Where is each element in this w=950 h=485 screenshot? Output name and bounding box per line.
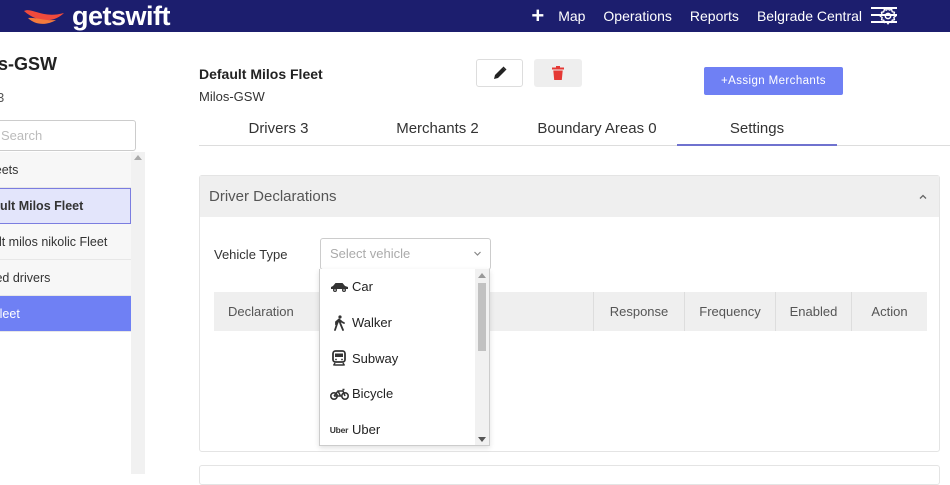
driver-declarations-panel: Driver Declarations Vehicle Type Select …	[199, 175, 940, 452]
scrollbar-thumb[interactable]	[478, 283, 486, 351]
chevron-up-icon[interactable]	[919, 193, 927, 201]
fleet-list-item-highlighted[interactable]: Fleet	[0, 296, 131, 332]
dropdown-scrollbar[interactable]	[475, 269, 489, 445]
subway-icon	[329, 350, 349, 367]
walker-icon	[329, 314, 349, 331]
top-nav-links: + Map Operations Reports Belgrade Centra…	[531, 0, 898, 32]
scroll-down-arrow-icon[interactable]	[478, 437, 486, 442]
vehicle-option-car[interactable]: Car	[320, 269, 489, 305]
plus-icon[interactable]: +	[531, 5, 544, 27]
nav-link-reports[interactable]: Reports	[690, 8, 739, 24]
vehicle-option-label: Walker	[352, 315, 392, 331]
trash-icon	[552, 66, 564, 80]
column-header-response: Response	[594, 292, 685, 331]
logo-text: getswift	[72, 1, 171, 31]
vehicle-option-subway[interactable]: Subway	[320, 340, 489, 376]
column-header-enabled: Enabled	[776, 292, 852, 331]
getswift-logo[interactable]: getswift	[22, 0, 171, 32]
bicycle-icon	[329, 386, 349, 402]
vehicle-option-label: Subway	[352, 350, 399, 366]
vehicle-select-placeholder: Select vehicle	[330, 246, 411, 261]
sidebar-count: 3	[0, 90, 5, 105]
tab-boundary-areas[interactable]: Boundary Areas 0	[517, 115, 677, 146]
scroll-up-arrow-icon[interactable]	[478, 273, 486, 278]
chevron-down-icon	[474, 251, 481, 256]
fleet-sidebar: s-GSW 3 leets ault Milos Fleet ult milos…	[0, 32, 145, 474]
vehicle-option-label: Bicycle	[352, 386, 394, 402]
delete-fleet-button[interactable]	[534, 59, 582, 87]
fleet-list: leets ault Milos Fleet ult milos nikolic…	[0, 152, 131, 332]
uber-icon: Uber	[329, 424, 349, 435]
vehicle-type-select[interactable]: Select vehicle	[320, 238, 491, 270]
tab-merchants[interactable]: Merchants 2	[358, 115, 517, 146]
hamburger-menu-icon[interactable]	[871, 7, 897, 25]
vehicle-type-dropdown: Car Walker Subway Bicycle Uber Uber	[319, 269, 490, 446]
nav-link-map[interactable]: Map	[558, 8, 585, 24]
scroll-up-arrow-icon[interactable]	[134, 155, 142, 160]
fleet-list-item[interactable]: ult milos nikolic Fleet	[0, 224, 131, 260]
fleet-name: Default Milos Fleet	[199, 66, 323, 82]
fleet-tabs: Drivers 3 Merchants 2 Boundary Areas 0 S…	[199, 115, 950, 146]
vehicle-option-label: Car	[352, 279, 373, 295]
sidebar-scrollbar[interactable]	[131, 152, 145, 474]
vehicle-option-walker[interactable]: Walker	[320, 305, 489, 341]
vehicle-option-bicycle[interactable]: Bicycle	[320, 376, 489, 412]
edit-fleet-button[interactable]	[476, 59, 523, 87]
sidebar-title: s-GSW	[0, 54, 58, 74]
column-header-frequency: Frequency	[685, 292, 776, 331]
pencil-icon	[493, 66, 506, 79]
nav-link-operations[interactable]: Operations	[603, 8, 671, 24]
top-navigation-bar: getswift + Map Operations Reports Belgra…	[0, 0, 950, 32]
fleet-search-box	[0, 120, 136, 151]
nav-link-location[interactable]: Belgrade Central	[757, 8, 862, 24]
vehicle-option-label: Uber	[352, 422, 381, 438]
tab-settings[interactable]: Settings	[677, 115, 837, 146]
logo-swoosh-icon	[24, 10, 64, 24]
fleet-search-input[interactable]	[0, 121, 135, 150]
assign-merchants-button[interactable]: +Assign Merchants	[704, 67, 843, 95]
panel-header[interactable]: Driver Declarations	[200, 176, 939, 217]
vehicle-option-uber[interactable]: Uber Uber	[320, 412, 489, 445]
fleet-list-item[interactable]: leets	[0, 152, 131, 188]
vehicle-type-label: Vehicle Type	[214, 247, 288, 262]
next-panel	[199, 465, 940, 485]
fleet-code: Milos-GSW	[199, 89, 265, 104]
fleet-list-item-selected[interactable]: ault Milos Fleet	[0, 188, 131, 224]
fleet-list-item[interactable]: ted drivers	[0, 260, 131, 296]
car-icon	[329, 279, 349, 295]
column-header-action: Action	[871, 304, 908, 319]
panel-title: Driver Declarations	[209, 188, 337, 205]
tab-drivers[interactable]: Drivers 3	[199, 115, 358, 146]
